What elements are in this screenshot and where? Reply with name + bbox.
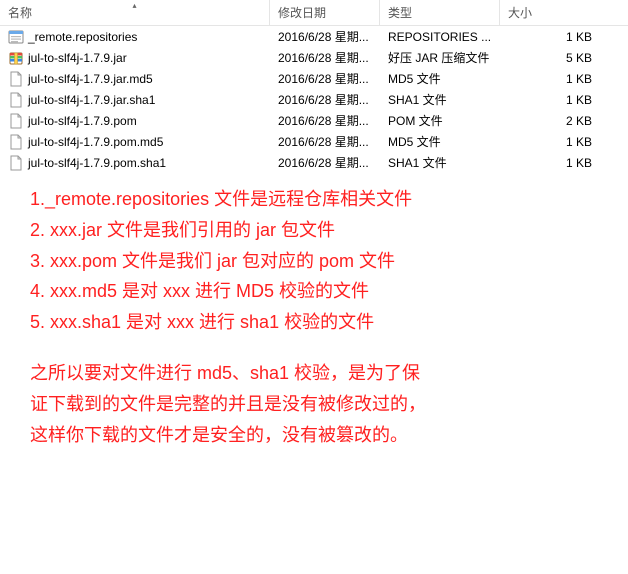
file-date: 2016/6/28 星期... [270, 154, 380, 171]
file-type-icon [8, 50, 24, 66]
file-type: REPOSITORIES ... [380, 30, 500, 44]
column-header-type[interactable]: 类型 [380, 0, 500, 25]
annotation-line: 这样你下载的文件才是安全的，没有被篡改的。 [30, 421, 598, 450]
annotation-line: 之所以要对文件进行 md5、sha1 校验，是为了保 [30, 359, 598, 388]
file-name: jul-to-slf4j-1.7.9.pom [28, 114, 137, 128]
annotation-block: 1._remote.repositories 文件是远程仓库相关文件 2. xx… [0, 173, 628, 461]
column-header-row: 名称 ▴ 修改日期 类型 大小 [0, 0, 628, 26]
file-name: jul-to-slf4j-1.7.9.jar.md5 [28, 72, 153, 86]
file-row[interactable]: jul-to-slf4j-1.7.9.jar.md5 2016/6/28 星期..… [0, 68, 628, 89]
file-date: 2016/6/28 星期... [270, 91, 380, 108]
file-row[interactable]: jul-to-slf4j-1.7.9.jar 2016/6/28 星期...好压 … [0, 47, 628, 68]
file-name: jul-to-slf4j-1.7.9.jar [28, 51, 127, 65]
file-list: _remote.repositories2016/6/28 星期...REPOS… [0, 26, 628, 173]
file-date: 2016/6/28 星期... [270, 70, 380, 87]
column-header-size[interactable]: 大小 [500, 0, 600, 25]
file-type-icon [8, 92, 24, 108]
file-date: 2016/6/28 星期... [270, 49, 380, 66]
file-type: MD5 文件 [380, 70, 500, 87]
sort-asc-icon: ▴ [132, 1, 136, 10]
file-type-icon [8, 71, 24, 87]
file-row[interactable]: jul-to-slf4j-1.7.9.jar.sha1 2016/6/28 星期.… [0, 89, 628, 110]
file-type: MD5 文件 [380, 133, 500, 150]
annotation-line: 证下载到的文件是完整的并且是没有被修改过的， [30, 390, 598, 419]
file-date: 2016/6/28 星期... [270, 133, 380, 150]
file-size: 1 KB [500, 135, 600, 149]
file-size: 1 KB [500, 93, 600, 107]
column-header-name-label: 名称 [8, 4, 32, 21]
annotation-line: 3. xxx.pom 文件是我们 jar 包对应的 pom 文件 [30, 247, 598, 276]
file-row[interactable]: jul-to-slf4j-1.7.9.pom 2016/6/28 星期...POM… [0, 110, 628, 131]
file-type: POM 文件 [380, 112, 500, 129]
file-size: 1 KB [500, 156, 600, 170]
file-type-icon [8, 134, 24, 150]
column-header-size-label: 大小 [508, 4, 532, 21]
column-header-name[interactable]: 名称 ▴ [0, 0, 270, 25]
file-date: 2016/6/28 星期... [270, 28, 380, 45]
file-name: _remote.repositories [28, 30, 137, 44]
file-size: 2 KB [500, 114, 600, 128]
annotation-line: 2. xxx.jar 文件是我们引用的 jar 包文件 [30, 216, 598, 245]
file-type-icon [8, 113, 24, 129]
file-row[interactable]: jul-to-slf4j-1.7.9.pom.sha1 2016/6/28 星期.… [0, 152, 628, 173]
column-header-date[interactable]: 修改日期 [270, 0, 380, 25]
file-type: SHA1 文件 [380, 91, 500, 108]
file-size: 1 KB [500, 72, 600, 86]
file-type: SHA1 文件 [380, 154, 500, 171]
file-size: 5 KB [500, 51, 600, 65]
file-date: 2016/6/28 星期... [270, 112, 380, 129]
file-name: jul-to-slf4j-1.7.9.pom.md5 [28, 135, 163, 149]
annotation-line: 4. xxx.md5 是对 xxx 进行 MD5 校验的文件 [30, 277, 598, 306]
file-name: jul-to-slf4j-1.7.9.pom.sha1 [28, 156, 166, 170]
annotation-line: 1._remote.repositories 文件是远程仓库相关文件 [30, 185, 598, 214]
file-row[interactable]: jul-to-slf4j-1.7.9.pom.md5 2016/6/28 星期..… [0, 131, 628, 152]
annotation-line: 5. xxx.sha1 是对 xxx 进行 sha1 校验的文件 [30, 308, 598, 337]
file-row[interactable]: _remote.repositories 2016/6/28 星期...REPOS… [0, 26, 628, 47]
file-type-icon [8, 155, 24, 171]
column-header-date-label: 修改日期 [278, 4, 326, 21]
file-name: jul-to-slf4j-1.7.9.jar.sha1 [28, 93, 155, 107]
file-size: 1 KB [500, 30, 600, 44]
file-type-icon [8, 29, 24, 45]
file-type: 好压 JAR 压缩文件 [380, 49, 500, 66]
column-header-type-label: 类型 [388, 4, 412, 21]
